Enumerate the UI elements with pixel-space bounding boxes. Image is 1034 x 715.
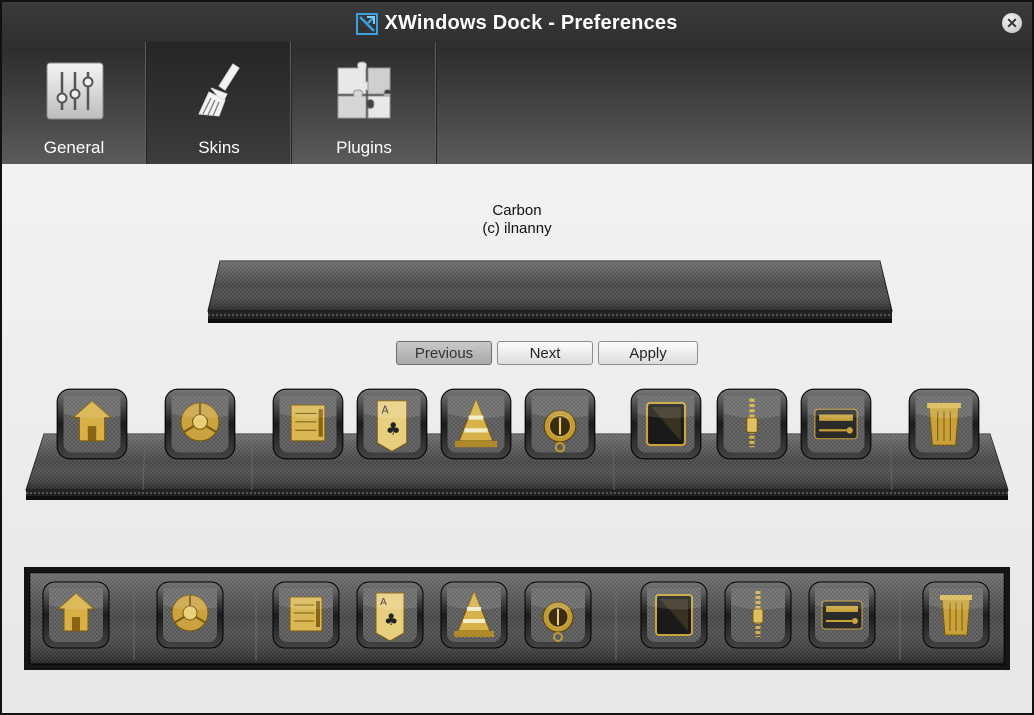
sliders-icon (46, 62, 104, 120)
trash-icon (908, 388, 980, 460)
radio-icon (808, 581, 876, 649)
archive-icon (272, 581, 340, 649)
tab-skins-label: Skins (198, 138, 240, 157)
header: XWindows Dock - Preferences ✕ General Sk… (2, 2, 1032, 164)
chrome-icon (156, 581, 224, 649)
tablet-icon (640, 581, 708, 649)
titlebar: XWindows Dock - Preferences ✕ (2, 2, 1032, 42)
home-icon (42, 581, 110, 649)
archive-icon (272, 388, 344, 460)
radio-icon (800, 388, 872, 460)
cards-icon: A♣ (356, 581, 424, 649)
brush-icon (198, 63, 240, 117)
svg-text:♣: ♣ (384, 610, 398, 629)
trash-icon (922, 581, 990, 649)
dock-icon-layer: A ♣ A ♣ (2, 164, 1032, 713)
close-icon: ✕ (1006, 15, 1018, 31)
tab-plugins-label: Plugins (336, 138, 392, 157)
zip-icon (724, 581, 792, 649)
compass-icon (524, 581, 592, 649)
tab-skins[interactable]: Skins (147, 42, 292, 164)
puzzle-icon (337, 61, 391, 119)
skins-panel: Carbon (c) ilnanny Previous Next Apply A… (2, 164, 1032, 713)
preferences-window: XWindows Dock - Preferences ✕ General Sk… (0, 0, 1034, 715)
tab-plugins[interactable]: Plugins (292, 42, 437, 164)
zip-icon (716, 388, 788, 460)
xwindows-app-icon (356, 12, 379, 35)
vlc-cone-icon (440, 581, 508, 649)
chrome-icon (164, 388, 236, 460)
cards-icon: A♣ (356, 388, 428, 460)
svg-text:♣: ♣ (386, 419, 401, 439)
tab-general-label: General (43, 138, 105, 157)
tab-general[interactable]: General (2, 42, 147, 164)
tab-bar: General Skins Plugins (2, 42, 437, 164)
compass-icon (524, 388, 596, 460)
close-button[interactable]: ✕ (1002, 13, 1022, 33)
tablet-icon (630, 388, 702, 460)
window-title: XWindows Dock - Preferences (384, 12, 678, 34)
vlc-cone-icon (440, 388, 512, 460)
home-icon (56, 388, 128, 460)
